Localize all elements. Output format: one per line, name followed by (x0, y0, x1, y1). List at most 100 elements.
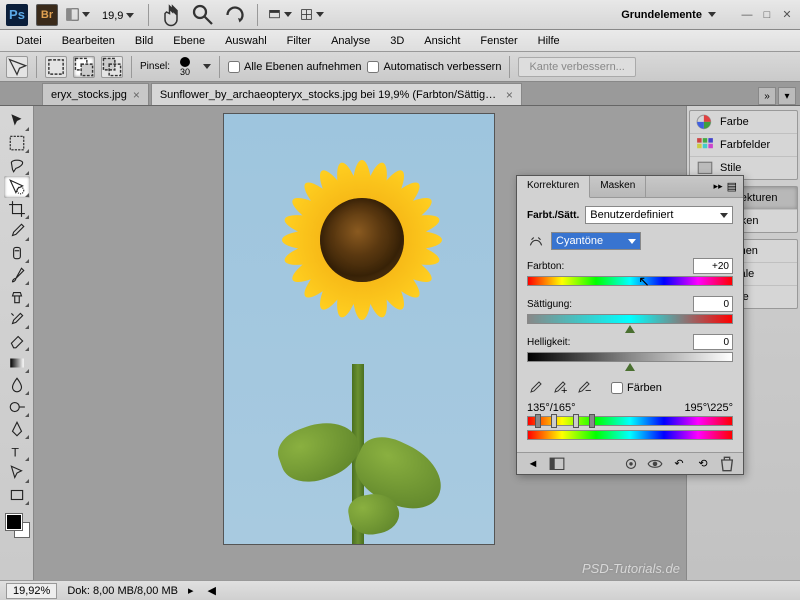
saturation-slider[interactable] (527, 314, 733, 324)
menu-3d[interactable]: 3D (382, 32, 412, 50)
document-tab[interactable]: Sunflower_by_archaeopteryx_stocks.jpg be… (151, 83, 522, 105)
menu-filter[interactable]: Filter (279, 32, 319, 50)
panel-tab-corrections[interactable]: Korrekturen (517, 176, 590, 198)
range-handle[interactable] (573, 414, 579, 428)
close-button[interactable]: ✕ (780, 8, 794, 22)
chevron-down-icon[interactable] (203, 64, 211, 69)
range-handle[interactable] (589, 414, 595, 428)
panel-tab-color[interactable]: Farbe (690, 111, 797, 134)
eyedropper-add-icon[interactable]: + (551, 380, 567, 396)
reset-icon[interactable]: ⟲ (695, 457, 711, 471)
pen-tool[interactable] (4, 418, 30, 440)
targeted-adjust-icon[interactable] (527, 234, 545, 248)
sample-all-layers-checkbox[interactable]: Alle Ebenen aufnehmen (228, 61, 361, 73)
tool-preset-picker[interactable] (6, 56, 28, 78)
gradient-tool[interactable] (4, 352, 30, 374)
workspace-switcher[interactable]: Grundelemente (613, 5, 724, 25)
minimize-button[interactable]: — (740, 8, 754, 22)
tabs-menu-button[interactable]: ▾ (778, 87, 796, 105)
svg-text:T: T (11, 446, 19, 460)
move-tool[interactable] (4, 110, 30, 132)
status-zoom[interactable]: 19,92% (6, 583, 57, 599)
rotate-view-button[interactable] (223, 4, 247, 26)
checkbox-label: Automatisch verbessern (383, 61, 501, 73)
menu-layer[interactable]: Ebene (165, 32, 213, 50)
foreground-swatch[interactable] (6, 514, 22, 530)
status-menu-icon[interactable]: ▸ (188, 584, 194, 597)
colorize-checkbox[interactable]: Färben (611, 382, 662, 394)
close-tab-icon[interactable]: × (506, 88, 513, 102)
clip-to-layer-icon[interactable] (623, 457, 639, 471)
clone-stamp-tool[interactable] (4, 286, 30, 308)
panel-menu-icon[interactable]: ▤ (727, 180, 737, 193)
rectangle-tool[interactable] (4, 484, 30, 506)
new-selection-button[interactable] (45, 56, 67, 78)
color-range-dropdown[interactable]: Cyantöne (551, 232, 641, 250)
lightness-slider[interactable] (527, 352, 733, 362)
menu-help[interactable]: Hilfe (530, 32, 568, 50)
hue-value-input[interactable] (693, 258, 733, 274)
marquee-tool[interactable] (4, 132, 30, 154)
menu-select[interactable]: Auswahl (217, 32, 275, 50)
blur-tool[interactable] (4, 374, 30, 396)
hue-slider[interactable]: ↖ (527, 276, 733, 286)
dodge-tool[interactable] (4, 396, 30, 418)
hand-tool-button[interactable] (159, 4, 183, 26)
collapse-panel-icon[interactable]: ▸▸ (714, 181, 723, 192)
eyedropper-icon[interactable] (527, 380, 543, 396)
saturation-value-input[interactable] (693, 296, 733, 312)
type-tool[interactable]: T (4, 440, 30, 462)
menu-window[interactable]: Fenster (472, 32, 525, 50)
panel-tab-swatches[interactable]: Farbfelder (690, 134, 797, 157)
status-doc-info[interactable]: Dok: 8,00 MB/8,00 MB (67, 585, 178, 597)
lasso-tool[interactable] (4, 154, 30, 176)
healing-brush-tool[interactable] (4, 242, 30, 264)
previous-state-icon[interactable]: ↶ (671, 457, 687, 471)
color-swatches[interactable] (4, 512, 30, 538)
zoom-tool-button[interactable] (191, 4, 215, 26)
menu-file[interactable]: Datei (8, 32, 50, 50)
color-range-slider[interactable] (527, 416, 733, 428)
panel-tab-masks[interactable]: Masken (590, 176, 646, 197)
menu-analysis[interactable]: Analyse (323, 32, 378, 50)
toolbox: T (0, 106, 34, 580)
brush-tool[interactable] (4, 264, 30, 286)
brush-preset-picker[interactable]: 30 (176, 57, 194, 77)
menu-view[interactable]: Ansicht (416, 32, 468, 50)
slider-thumb[interactable] (625, 325, 635, 333)
range-handle[interactable] (551, 414, 557, 428)
close-tab-icon[interactable]: × (133, 88, 140, 102)
toggle-visibility-icon[interactable] (647, 457, 663, 471)
eyedropper-tool[interactable] (4, 220, 30, 242)
hue-slider-row: Farbton: ↖ (527, 258, 733, 286)
extras-button[interactable] (300, 4, 324, 26)
document-tab[interactable]: eryx_stocks.jpg× (42, 83, 149, 105)
eraser-tool[interactable] (4, 330, 30, 352)
slider-thumb[interactable] (625, 363, 635, 371)
bridge-launch-icon[interactable]: Br (36, 4, 58, 26)
tool-options-bar: Pinsel: 30 Alle Ebenen aufnehmen Automat… (0, 52, 800, 82)
expand-view-icon[interactable] (549, 457, 565, 471)
maximize-button[interactable]: □ (760, 8, 774, 22)
delete-adjustment-icon[interactable] (719, 457, 735, 471)
add-to-selection-button[interactable] (73, 56, 95, 78)
history-brush-tool[interactable] (4, 308, 30, 330)
crop-tool[interactable] (4, 198, 30, 220)
document-canvas[interactable] (224, 114, 494, 544)
eyedropper-subtract-icon[interactable]: − (575, 380, 591, 396)
scroll-left-icon[interactable]: ◀ (208, 584, 216, 597)
tabs-scroll-right-button[interactable]: » (758, 87, 776, 105)
screen-mode-button[interactable] (268, 4, 292, 26)
menu-edit[interactable]: Bearbeiten (54, 32, 123, 50)
path-selection-tool[interactable] (4, 462, 30, 484)
auto-enhance-checkbox[interactable]: Automatisch verbessern (367, 61, 501, 73)
quick-selection-tool[interactable] (4, 176, 30, 198)
arrange-documents-button[interactable] (66, 4, 90, 26)
subtract-selection-button[interactable] (101, 56, 123, 78)
menu-image[interactable]: Bild (127, 32, 161, 50)
lightness-value-input[interactable] (693, 334, 733, 350)
zoom-level-dropdown[interactable]: 19,9 (98, 6, 138, 24)
range-handle[interactable] (535, 414, 541, 428)
preset-dropdown[interactable]: Benutzerdefiniert (585, 206, 733, 224)
return-to-list-icon[interactable]: ◄ (525, 457, 541, 471)
